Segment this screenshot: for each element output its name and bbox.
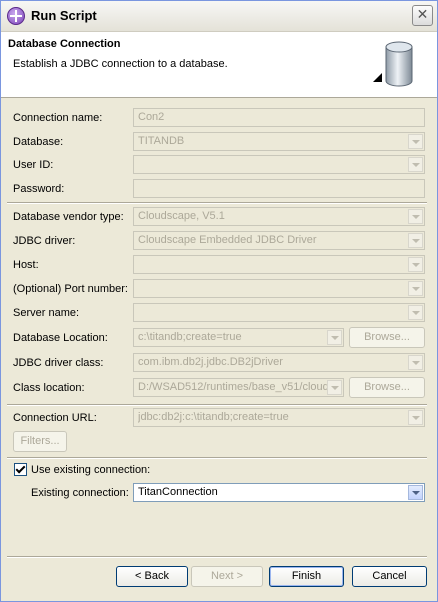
- chevron-down-icon[interactable]: [408, 355, 423, 370]
- db-location-browse-button[interactable]: Browse...: [349, 327, 425, 348]
- connection-url-label: Connection URL:: [13, 412, 97, 424]
- finish-button[interactable]: Finish: [269, 566, 344, 587]
- vendor-type-label: Database vendor type:: [13, 211, 124, 223]
- host-combo[interactable]: [133, 255, 425, 274]
- run-script-dialog: Run Script ✕ Database Connection Establi…: [0, 0, 438, 602]
- filters-button[interactable]: Filters...: [13, 431, 67, 452]
- separator: [7, 202, 427, 204]
- chevron-down-icon[interactable]: [408, 233, 423, 248]
- page-description: Establish a JDBC connection to a databas…: [13, 58, 228, 70]
- server-name-label: Server name:: [13, 307, 80, 319]
- cancel-button[interactable]: Cancel: [352, 566, 427, 587]
- connection-name-field[interactable]: Con2: [133, 108, 425, 127]
- close-button[interactable]: ✕: [412, 5, 433, 26]
- connection-name-label: Connection name:: [13, 112, 103, 124]
- vendor-type-combo[interactable]: Cloudscape, V5.1: [133, 207, 425, 226]
- password-field[interactable]: [133, 179, 425, 198]
- database-icon: [385, 41, 413, 87]
- class-location-label: Class location:: [13, 382, 85, 394]
- wizard-banner: Database Connection Establish a JDBC con…: [1, 32, 437, 98]
- driver-class-label: JDBC driver class:: [13, 357, 104, 369]
- connection-url-combo[interactable]: jdbc:db2j:c:\titandb;create=true: [133, 408, 425, 427]
- separator: [7, 556, 427, 558]
- existing-connection-combo[interactable]: TitanConnection: [133, 483, 425, 502]
- separator: [7, 457, 427, 459]
- close-icon: ✕: [416, 7, 429, 23]
- use-existing-connection-label[interactable]: Use existing connection:: [31, 464, 150, 476]
- chevron-down-icon[interactable]: [408, 209, 423, 224]
- existing-connection-label: Existing connection:: [31, 487, 129, 499]
- user-id-combo[interactable]: [133, 155, 425, 174]
- database-combo[interactable]: TITANDB: [133, 132, 425, 151]
- port-label: (Optional) Port number:: [13, 283, 128, 295]
- separator: [7, 404, 427, 406]
- chevron-down-icon[interactable]: [408, 281, 423, 296]
- database-label: Database:: [13, 136, 64, 148]
- db-location-label: Database Location:: [13, 332, 108, 344]
- host-label: Host:: [13, 259, 39, 271]
- server-name-combo[interactable]: [133, 303, 425, 322]
- chevron-down-icon[interactable]: [408, 257, 423, 272]
- chevron-down-icon[interactable]: [408, 305, 423, 320]
- chevron-down-icon[interactable]: [327, 380, 342, 395]
- db-location-combo[interactable]: c:\titandb;create=true: [133, 328, 344, 347]
- next-button[interactable]: Next >: [191, 566, 263, 587]
- window-title: Run Script: [31, 8, 97, 23]
- run-script-app-icon: [7, 7, 25, 25]
- chevron-down-icon[interactable]: [408, 157, 423, 172]
- password-label: Password:: [13, 183, 65, 195]
- chevron-down-icon[interactable]: [408, 410, 423, 425]
- port-combo[interactable]: [133, 279, 425, 298]
- jdbc-driver-combo[interactable]: Cloudscape Embedded JDBC Driver: [133, 231, 425, 250]
- use-existing-connection-checkbox[interactable]: [14, 463, 27, 476]
- title-bar: Run Script ✕: [1, 1, 437, 32]
- page-title: Database Connection: [8, 38, 121, 50]
- chevron-down-icon[interactable]: [408, 134, 423, 149]
- jdbc-driver-label: JDBC driver:: [13, 235, 76, 247]
- user-id-label: User ID:: [13, 159, 54, 171]
- class-location-combo[interactable]: D:/WSAD512/runtimes/base_v51/cloudscape/…: [133, 378, 344, 397]
- message-indicator-icon: [373, 73, 382, 82]
- class-location-browse-button[interactable]: Browse...: [349, 377, 425, 398]
- driver-class-combo[interactable]: com.ibm.db2j.jdbc.DB2jDriver: [133, 353, 425, 372]
- back-button[interactable]: < Back: [116, 566, 188, 587]
- chevron-down-icon[interactable]: [408, 485, 423, 500]
- chevron-down-icon[interactable]: [327, 330, 342, 345]
